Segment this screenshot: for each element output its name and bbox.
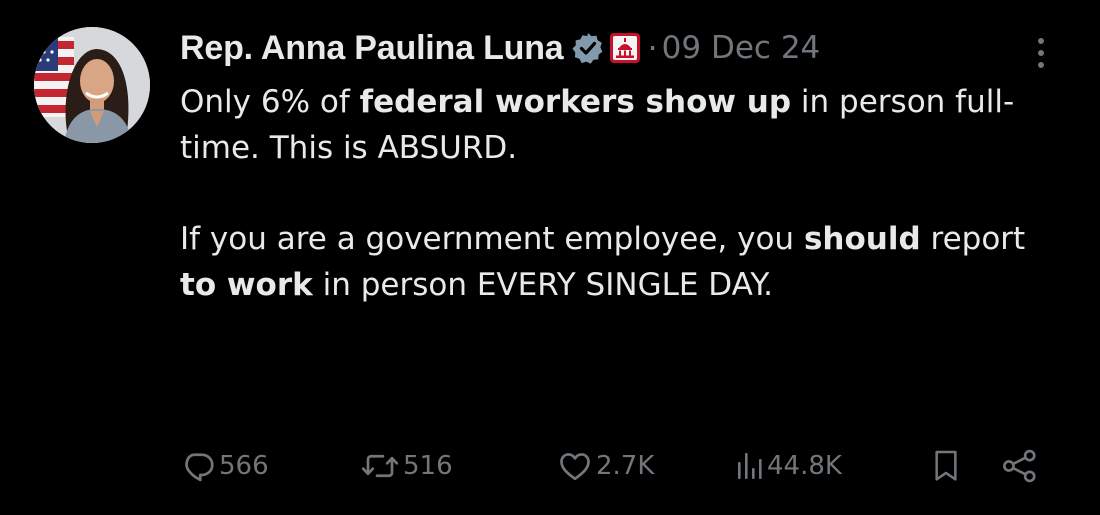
tweet-card: Rep. Anna Paulina Luna · 09 Dec 24 Only … [0, 0, 1100, 515]
bold-text: should [803, 221, 921, 257]
text-segment: Only 6% of [180, 84, 360, 120]
text-segment: If you are a government employee, you [180, 221, 804, 257]
verified-badge-icon[interactable] [571, 32, 604, 64]
views-button[interactable]: 44.8K [736, 446, 842, 486]
reply-count: 566 [219, 451, 269, 481]
bold-text: federal workers show up [359, 84, 792, 120]
reply-button[interactable]: 566 [180, 446, 269, 486]
display-name[interactable]: Rep. Anna Paulina Luna [180, 29, 564, 68]
bold-text: to work [180, 266, 313, 303]
like-count: 2.7K [596, 451, 655, 481]
share-icon [1000, 448, 1040, 484]
repost-icon [360, 448, 400, 484]
capitol-dome-icon[interactable] [609, 33, 640, 63]
tweet-text: Only 6% of federal workers show up in pe… [180, 80, 1060, 308]
repost-count: 516 [403, 451, 453, 481]
tweet-header: Rep. Anna Paulina Luna · 09 Dec 24 [180, 22, 820, 74]
repost-button[interactable]: 516 [360, 446, 453, 486]
bookmark-icon [930, 448, 962, 484]
views-count: 44.8K [767, 451, 842, 481]
tweet-paragraph-2: If you are a government employee, you sh… [180, 217, 1060, 308]
text-segment: in person EVERY SINGLE DAY. [312, 266, 773, 303]
reply-icon [180, 448, 216, 484]
views-chart-icon [736, 448, 764, 484]
share-button[interactable] [1000, 446, 1040, 486]
heart-icon [557, 448, 593, 484]
like-button[interactable]: 2.7K [557, 446, 654, 486]
bookmark-button[interactable] [930, 446, 962, 486]
profile-photo [34, 27, 150, 143]
text-segment: report [920, 221, 1026, 257]
tweet-paragraph-1: Only 6% of federal workers show up in pe… [180, 80, 1060, 171]
action-bar: 566 516 2.7K 44.8K [180, 446, 1060, 486]
avatar[interactable] [34, 27, 150, 143]
more-options-icon[interactable] [1034, 36, 1048, 72]
separator-dot: · [647, 29, 658, 67]
timestamp[interactable]: 09 Dec 24 [662, 30, 821, 66]
